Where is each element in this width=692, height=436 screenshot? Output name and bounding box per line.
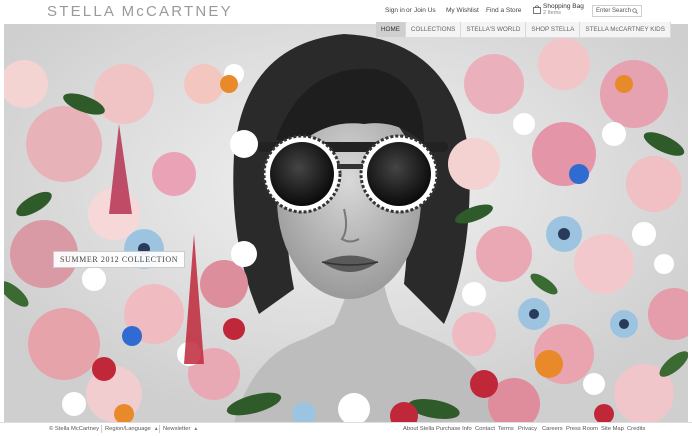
top-bar: STELLA McCARTNEY Sign in or Join Us My W…: [0, 0, 692, 22]
search-placeholder: Enter Search: [596, 8, 632, 14]
chevron-up-icon: ▲: [153, 426, 159, 432]
search-input[interactable]: Enter Search: [592, 5, 642, 17]
join-us-link[interactable]: Join Us: [414, 7, 436, 14]
newsletter-select[interactable]: Newsletter ▲: [163, 426, 198, 432]
newsletter-label: Newsletter: [163, 426, 191, 432]
main-nav: HOME COLLECTIONS STELLA'S WORLD SHOP STE…: [376, 22, 671, 38]
shopping-bag-count: 2 Items: [543, 10, 562, 16]
nav-home[interactable]: HOME: [376, 22, 406, 37]
hero-banner[interactable]: SUMMER 2012 COLLECTION: [4, 24, 688, 422]
nav-collections[interactable]: COLLECTIONS: [406, 22, 462, 37]
or-text: or: [406, 7, 412, 14]
shopping-bag[interactable]: Shopping Bag 2 Items: [543, 3, 584, 17]
hero-illustration: [4, 24, 688, 422]
sign-in-link[interactable]: Sign in: [385, 7, 405, 14]
search-icon[interactable]: [632, 8, 638, 14]
footer-link-contact[interactable]: Contact: [475, 426, 495, 432]
wishlist-link[interactable]: My Wishlist: [446, 7, 479, 14]
footer-link-site-map[interactable]: Site Map: [601, 426, 624, 432]
collection-label[interactable]: SUMMER 2012 COLLECTION: [53, 251, 186, 268]
find-store-link[interactable]: Find a Store: [486, 7, 521, 14]
region-language-label: Region/Language: [105, 426, 151, 432]
footer-link-terms[interactable]: Terms: [498, 426, 514, 432]
footer: © Stella McCartney Region/Language ▲ News…: [0, 422, 692, 436]
footer-link-press-room[interactable]: Press Room: [566, 426, 598, 432]
copyright: © Stella McCartney: [49, 426, 100, 432]
nav-kids[interactable]: STELLA McCARTNEY KIDS: [580, 22, 671, 37]
region-language-select[interactable]: Region/Language ▲: [105, 426, 159, 432]
nav-shop-stella[interactable]: SHOP STELLA: [526, 22, 581, 37]
footer-link-credits[interactable]: Credits: [627, 426, 645, 432]
shopping-bag-label: Shopping Bag: [543, 3, 584, 10]
footer-link-privacy[interactable]: Privacy: [518, 426, 537, 432]
footer-link-about[interactable]: About Stella: [403, 426, 434, 432]
nav-stellas-world[interactable]: STELLA'S WORLD: [461, 22, 527, 37]
chevron-up-icon: ▲: [193, 426, 199, 432]
shopping-bag-icon[interactable]: [533, 5, 541, 14]
footer-link-careers[interactable]: Careers: [542, 426, 563, 432]
site-logo[interactable]: STELLA McCARTNEY: [47, 3, 233, 20]
footer-divider: [159, 425, 160, 433]
footer-link-purchase-info[interactable]: Purchase Info: [436, 426, 472, 432]
footer-divider: [101, 425, 102, 433]
